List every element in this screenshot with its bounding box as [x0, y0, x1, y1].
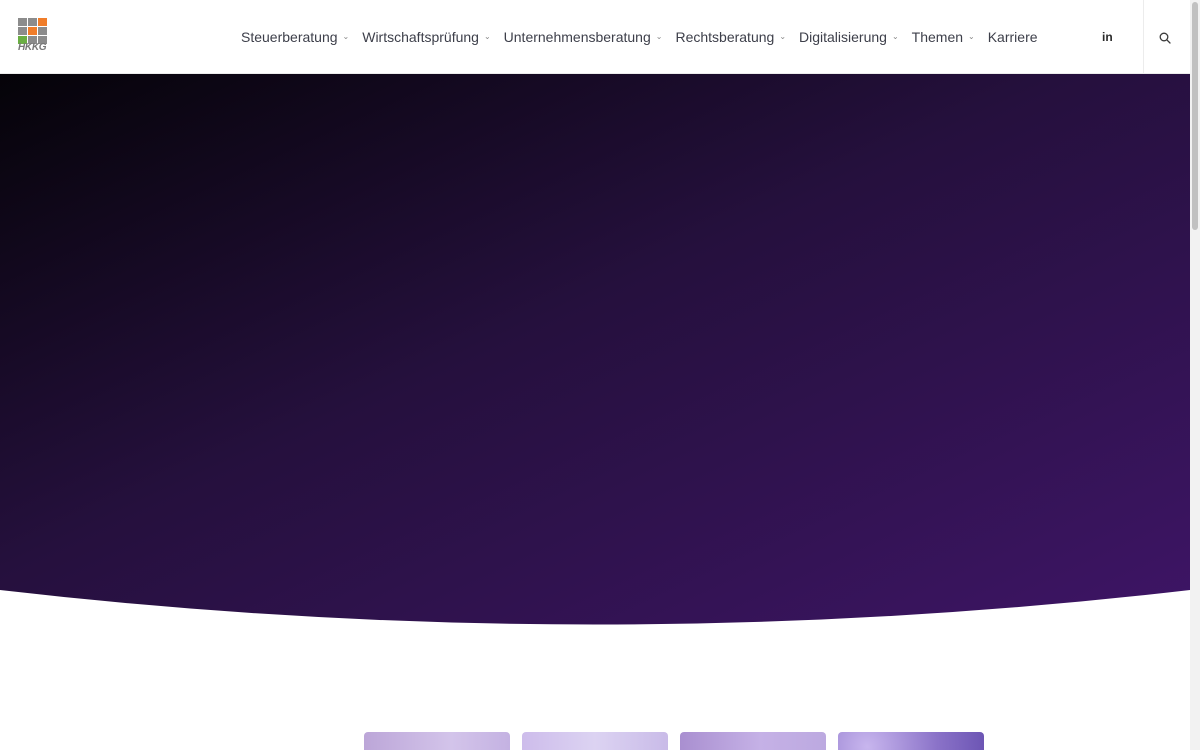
nav-label: Unternehmensberatung: [503, 29, 651, 45]
nav-label: Karriere: [987, 29, 1038, 45]
chevron-down-icon: ⌄: [779, 31, 787, 41]
nav-label: Digitalisierung: [799, 29, 887, 45]
nav-label: Rechtsberatung: [675, 29, 775, 45]
chevron-down-icon: ⌄: [655, 31, 663, 41]
main-nav: Steuerberatung ⌄ Wirtschaftsprüfung ⌄ Un…: [241, 27, 1051, 47]
logo-square: [38, 27, 47, 35]
search-icon: [1159, 32, 1171, 44]
teaser-card[interactable]: [680, 732, 826, 750]
logo-square: [28, 27, 37, 35]
logo-square: [28, 18, 37, 26]
hero-background: [0, 74, 1190, 625]
teaser-card[interactable]: [838, 732, 984, 750]
search-button[interactable]: [1159, 31, 1171, 44]
chevron-down-icon: ⌄: [968, 31, 975, 41]
hero-banner: [0, 74, 1190, 634]
nav-label: Steuerberatung: [241, 29, 338, 45]
chevron-down-icon: ⌄: [483, 31, 491, 41]
chevron-down-icon: ⌄: [891, 31, 899, 41]
nav-item-wirtschaftspruefung[interactable]: Wirtschaftsprüfung ⌄: [362, 29, 490, 45]
logo-square: [38, 18, 47, 26]
nav-item-rechtsberatung[interactable]: Rechtsberatung ⌄: [675, 29, 786, 45]
nav-label: Themen: [911, 29, 964, 45]
teaser-card[interactable]: [522, 732, 668, 750]
page-scrollbar[interactable]: [1190, 0, 1200, 750]
logo-square: [18, 18, 27, 26]
nav-item-themen[interactable]: Themen ⌄: [912, 29, 975, 45]
header-divider: [1143, 0, 1144, 74]
nav-item-steuerberatung[interactable]: Steuerberatung ⌄: [241, 29, 349, 45]
site-header: HKKG Steuerberatung ⌄ Wirtschaftsprüfung…: [0, 0, 1190, 74]
chevron-down-icon: ⌄: [342, 31, 350, 41]
nav-item-karriere[interactable]: Karriere: [988, 29, 1038, 45]
logo[interactable]: HKKG: [18, 18, 50, 54]
nav-item-digitalisierung[interactable]: Digitalisierung ⌄: [799, 29, 899, 45]
nav-item-unternehmensberatung[interactable]: Unternehmensberatung ⌄: [504, 29, 663, 45]
logo-square: [18, 27, 27, 35]
teaser-card[interactable]: [364, 732, 510, 750]
logo-text: HKKG: [18, 42, 47, 53]
nav-label: Wirtschaftsprüfung: [362, 29, 479, 45]
linkedin-icon[interactable]: in: [1102, 30, 1113, 44]
scrollbar-thumb[interactable]: [1192, 2, 1198, 230]
